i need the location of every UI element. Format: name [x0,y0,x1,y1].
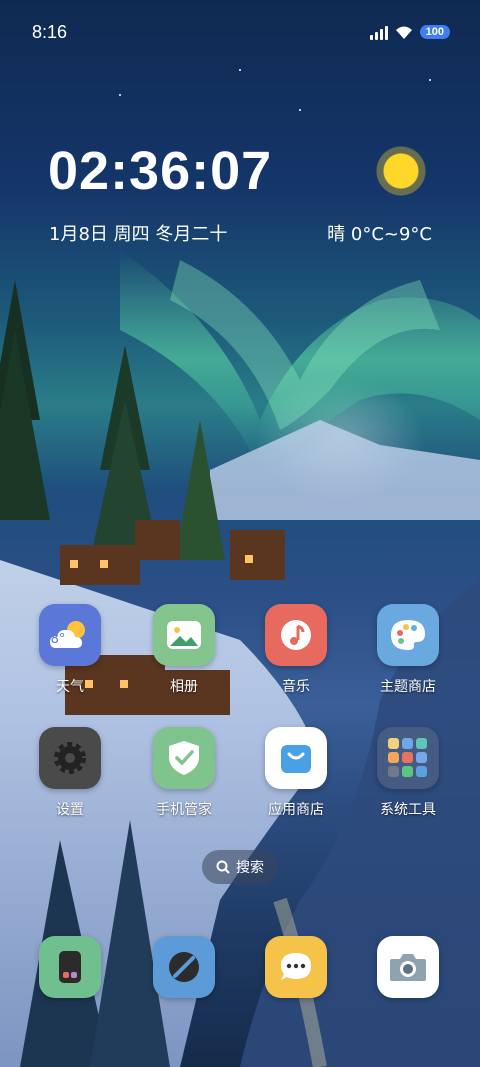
clock-time: 02:36:07 [48,141,273,201]
compass-icon [153,936,215,998]
app-label: 手机管家 [156,802,212,818]
app-label: 天气 [56,679,84,695]
app-folder-system-tools[interactable]: 系统工具 [358,727,458,819]
sun-icon [373,143,429,199]
app-label: 相册 [170,679,198,695]
app-music[interactable]: 音乐 [246,604,346,696]
status-time: 8:16 [32,22,68,42]
app-weather[interactable]: 8° 天气 [20,604,120,696]
app-theme-store[interactable]: 主题商店 [358,604,458,696]
app-label: 系统工具 [380,802,436,818]
folder-icon [377,727,439,789]
palette-icon [377,604,439,666]
search-label: 搜索 [236,860,264,876]
gallery-icon [153,604,215,666]
shield-icon [153,727,215,789]
date-text: 1月8日 周四 冬月二十 [49,224,228,245]
app-label: 主题商店 [380,679,436,695]
battery-badge: 100 [419,25,450,39]
gear-icon [39,727,101,789]
music-icon [265,604,327,666]
app-settings[interactable]: 设置 [20,727,120,819]
app-store[interactable]: 应用商店 [246,727,346,819]
dock-phone[interactable] [20,936,120,998]
search-icon [216,860,230,874]
weather-temp-badge: 8° [50,631,66,647]
weather-summary: 晴 0°C~9°C [327,224,432,245]
status-bar: 8:16 100 [0,0,480,66]
signal-icon [369,24,388,40]
weather-icon: 8° [39,604,101,666]
phone-icon [39,936,101,998]
dock-camera[interactable] [358,936,458,998]
app-label: 应用商店 [268,802,324,818]
dock-messages[interactable] [246,936,346,998]
dock-browser[interactable] [134,936,234,998]
app-security[interactable]: 手机管家 [134,727,234,819]
shopping-bag-icon [265,727,327,789]
app-label: 设置 [56,802,84,818]
search-button[interactable]: 搜索 [202,850,278,884]
status-icons: 100 [369,24,450,40]
wifi-icon [395,26,412,39]
camera-icon [377,936,439,998]
message-icon [265,936,327,998]
app-gallery[interactable]: 相册 [134,604,234,696]
app-label: 音乐 [282,679,310,695]
